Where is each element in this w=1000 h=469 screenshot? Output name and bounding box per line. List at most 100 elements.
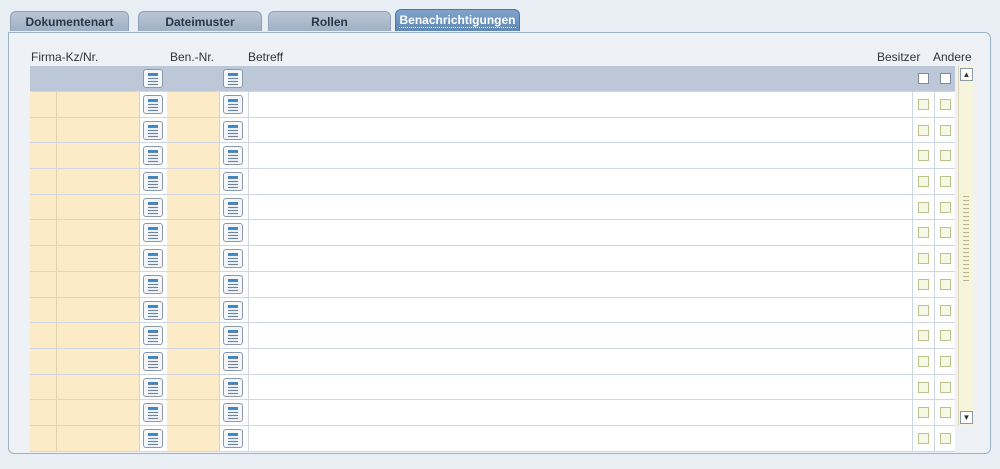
scroll-up-arrow-icon[interactable]: ▲ — [960, 68, 973, 81]
list-of-values-icon[interactable] — [143, 300, 163, 320]
andere-checkbox[interactable] — [940, 330, 951, 342]
list-of-values-icon[interactable] — [223, 377, 243, 397]
besitzer-checkbox[interactable] — [918, 278, 929, 290]
betreff-field[interactable] — [248, 169, 912, 194]
list-of-values-icon[interactable] — [223, 326, 243, 346]
besitzer-checkbox[interactable] — [918, 99, 929, 110]
besitzer-checkbox[interactable] — [918, 381, 929, 393]
firma-kz-field[interactable] — [30, 220, 57, 246]
ben-nr-field[interactable] — [167, 271, 220, 297]
list-of-values-icon[interactable] — [143, 403, 163, 423]
andere-checkbox[interactable] — [940, 432, 951, 444]
firma-kz-field[interactable] — [30, 297, 57, 323]
list-of-values-icon[interactable] — [223, 146, 243, 166]
ben-nr-field[interactable] — [167, 117, 220, 143]
ben-nr-field[interactable] — [167, 425, 220, 451]
betreff-field[interactable] — [248, 92, 912, 117]
ben-nr-field[interactable] — [167, 246, 220, 271]
firma-nr-field[interactable] — [57, 348, 140, 374]
besitzer-checkbox[interactable] — [918, 407, 929, 419]
ben-nr-field[interactable] — [167, 374, 220, 400]
betreff-field[interactable] — [248, 400, 912, 425]
andere-checkbox[interactable] — [940, 278, 951, 290]
list-of-values-icon[interactable] — [223, 95, 243, 114]
firma-nr-field[interactable] — [57, 220, 140, 246]
firma-kz-field[interactable] — [30, 246, 57, 271]
betreff-field[interactable] — [248, 323, 912, 348]
list-of-values-icon[interactable] — [223, 274, 243, 294]
tab-dokumentenart[interactable]: Dokumentenart — [10, 11, 129, 31]
firma-nr-field[interactable] — [57, 425, 140, 451]
list-of-values-icon[interactable] — [223, 223, 243, 243]
andere-checkbox[interactable] — [940, 99, 951, 110]
ben-nr-field[interactable] — [167, 297, 220, 323]
besitzer-checkbox[interactable] — [918, 355, 929, 367]
betreff-field[interactable] — [248, 425, 912, 451]
firma-kz-field[interactable] — [30, 92, 57, 117]
betreff-field[interactable] — [248, 117, 912, 143]
list-of-values-icon[interactable] — [143, 69, 163, 88]
ben-nr-field[interactable] — [167, 92, 220, 117]
list-of-values-icon[interactable] — [223, 403, 243, 423]
list-of-values-icon[interactable] — [223, 300, 243, 320]
betreff-field[interactable] — [248, 374, 912, 400]
vertical-scrollbar[interactable]: ▲ ▼ — [958, 66, 974, 426]
tab-rollen[interactable]: Rollen — [268, 11, 391, 31]
firma-kz-field[interactable] — [30, 323, 57, 348]
besitzer-checkbox[interactable] — [918, 304, 929, 316]
firma-kz-field[interactable] — [30, 194, 57, 220]
list-of-values-icon[interactable] — [143, 351, 163, 371]
andere-checkbox[interactable] — [940, 124, 951, 136]
betreff-field[interactable] — [248, 271, 912, 297]
list-of-values-icon[interactable] — [223, 197, 243, 217]
list-of-values-icon[interactable] — [143, 223, 163, 243]
firma-nr-field[interactable] — [57, 297, 140, 323]
andere-checkbox[interactable] — [940, 355, 951, 367]
ben-nr-field[interactable] — [167, 194, 220, 220]
list-of-values-icon[interactable] — [143, 146, 163, 166]
list-of-values-icon[interactable] — [143, 326, 163, 346]
list-of-values-icon[interactable] — [223, 428, 243, 448]
firma-nr-field[interactable] — [57, 374, 140, 400]
besitzer-checkbox[interactable] — [918, 176, 929, 188]
select-all-andere-checkbox[interactable] — [940, 73, 951, 84]
list-of-values-icon[interactable] — [143, 274, 163, 294]
ben-nr-field[interactable] — [167, 143, 220, 169]
list-of-values-icon[interactable] — [223, 249, 243, 269]
firma-kz-field[interactable] — [30, 400, 57, 425]
andere-checkbox[interactable] — [940, 201, 951, 213]
list-of-values-icon[interactable] — [143, 377, 163, 397]
firma-nr-field[interactable] — [57, 92, 140, 117]
firma-kz-field[interactable] — [30, 143, 57, 169]
scroll-down-arrow-icon[interactable]: ▼ — [960, 411, 973, 424]
firma-nr-field[interactable] — [57, 246, 140, 271]
list-of-values-icon[interactable] — [223, 351, 243, 371]
firma-kz-field[interactable] — [30, 117, 57, 143]
andere-checkbox[interactable] — [940, 176, 951, 188]
list-of-values-icon[interactable] — [223, 69, 243, 88]
list-of-values-icon[interactable] — [143, 172, 163, 192]
besitzer-checkbox[interactable] — [918, 150, 929, 162]
besitzer-checkbox[interactable] — [918, 432, 929, 444]
ben-nr-field[interactable] — [167, 400, 220, 425]
tab-benachrichtigungen[interactable]: Benachrichtigungen — [395, 9, 520, 31]
andere-checkbox[interactable] — [940, 253, 951, 265]
firma-kz-field[interactable] — [30, 271, 57, 297]
andere-checkbox[interactable] — [940, 304, 951, 316]
besitzer-checkbox[interactable] — [918, 330, 929, 342]
list-of-values-icon[interactable] — [143, 95, 163, 114]
besitzer-checkbox[interactable] — [918, 201, 929, 213]
firma-kz-field[interactable] — [30, 374, 57, 400]
firma-nr-field[interactable] — [57, 194, 140, 220]
andere-checkbox[interactable] — [940, 381, 951, 393]
firma-nr-field[interactable] — [57, 169, 140, 194]
betreff-field[interactable] — [248, 194, 912, 220]
list-of-values-icon[interactable] — [143, 428, 163, 448]
betreff-field[interactable] — [248, 220, 912, 246]
andere-checkbox[interactable] — [940, 407, 951, 419]
ben-nr-field[interactable] — [167, 348, 220, 374]
betreff-field[interactable] — [248, 297, 912, 323]
firma-nr-field[interactable] — [57, 323, 140, 348]
ben-nr-field[interactable] — [167, 323, 220, 348]
firma-nr-field[interactable] — [57, 143, 140, 169]
